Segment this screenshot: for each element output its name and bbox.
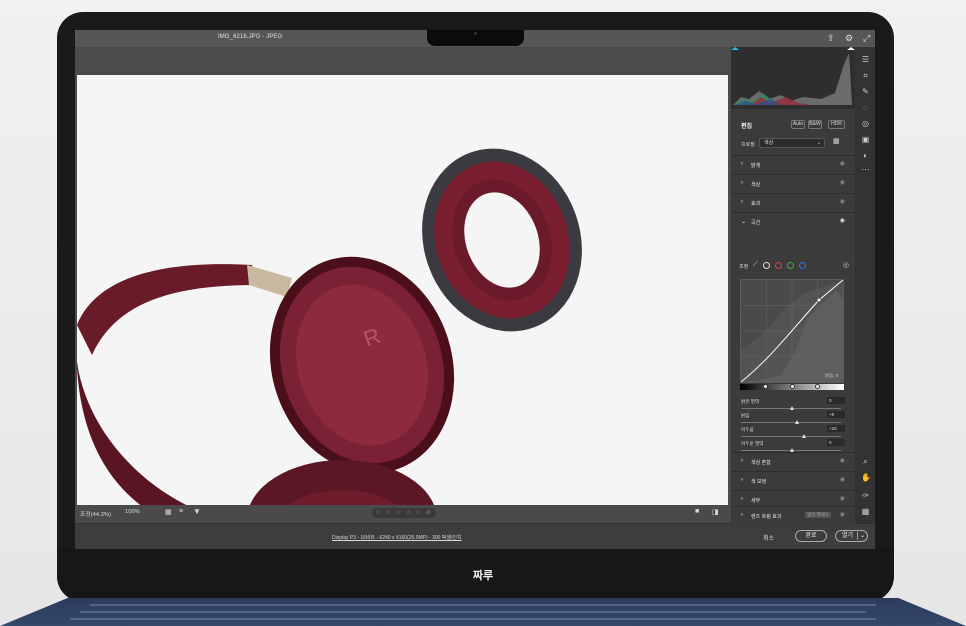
grid-icon[interactable]: ▦: [861, 507, 870, 516]
section-color[interactable]: › 색상 ◉: [731, 174, 855, 192]
chevron-down-icon[interactable]: ⌄: [860, 531, 865, 541]
hdr-button[interactable]: HDR: [828, 120, 845, 129]
sort-icon[interactable]: ≡: [179, 508, 183, 515]
app-window: IMG_6216.JPG - JPEG ⇪ ⚙ ⤢ R 조정(44.3%) 10…: [75, 30, 875, 549]
eye-icon[interactable]: ◉: [840, 457, 845, 464]
more-icon[interactable]: ⋯: [861, 165, 870, 174]
chevron-down-icon: ⌄: [816, 140, 821, 146]
presets-icon[interactable]: ▣: [861, 135, 870, 144]
curve-readout: 밝음: 0: [825, 372, 839, 379]
eye-icon[interactable]: ◉: [840, 217, 845, 224]
keyboard: [0, 598, 966, 626]
eye-icon[interactable]: ◉: [840, 511, 845, 518]
tone-split-handle-2[interactable]: [790, 384, 795, 389]
headphones-photo: R: [77, 75, 728, 510]
masking-icon[interactable]: ◐: [861, 151, 870, 160]
eye-icon[interactable]: ◉: [840, 198, 845, 205]
edit-sliders-icon[interactable]: ☰: [861, 55, 870, 64]
profile-label: 프로필: [741, 142, 755, 148]
panel-title: 편집: [741, 124, 753, 130]
section-lens-blur[interactable]: › 렌즈 흐림 효과 얼리 액세스 ◉: [731, 506, 855, 523]
tone-split-handle-3[interactable]: [815, 384, 820, 389]
curve-channel-row: 조정 ⟋ ◎: [739, 261, 849, 271]
tone-split-handle-1[interactable]: [763, 384, 768, 389]
image-canvas-area: R: [75, 47, 731, 510]
tone-curve-graph[interactable]: 밝음: 0: [740, 279, 844, 383]
heal-icon[interactable]: ◌: [861, 103, 870, 112]
profile-select[interactable]: 색상 ⌄: [759, 138, 825, 148]
hand-icon[interactable]: ✋: [861, 473, 871, 482]
section-effects[interactable]: › 효과 ◉: [731, 193, 855, 211]
cancel-button[interactable]: 취소: [763, 533, 774, 542]
filmstrip-icon[interactable]: ▦: [165, 508, 172, 516]
eyedropper-icon[interactable]: ✑: [861, 491, 870, 500]
point-curve-white[interactable]: [763, 262, 770, 269]
bw-button[interactable]: B&W: [808, 120, 822, 129]
stage: 짜루 IMG_6216.JPG - JPEG ⇪ ⚙ ⤢ R 조정(44.3%)…: [0, 0, 966, 626]
expand-icon[interactable]: ⤢: [863, 33, 870, 43]
profile-value: 색상: [764, 140, 774, 146]
eye-icon[interactable]: ◉: [840, 495, 845, 502]
auto-button[interactable]: Auto: [791, 120, 805, 129]
eye-icon[interactable]: ◉: [840, 160, 845, 167]
open-button-label: 열기: [842, 533, 854, 539]
fullscreen-icon[interactable]: ■: [695, 508, 699, 515]
target-adjust-icon[interactable]: ◎: [843, 261, 849, 269]
fit-zoom-label[interactable]: 조정(44.3%): [80, 509, 111, 518]
profile-browser-icon[interactable]: ▦: [833, 137, 840, 145]
camera-notch: [427, 30, 524, 46]
edit-panel: 편집 Auto B&W HDR 프로필 색상 ⌄ ▦ › 밝게 ◉ › 색상 ◉…: [731, 47, 855, 527]
rating-stars[interactable]: ☆ ☆ ☆ ☆ ☆ ⊘: [372, 508, 436, 518]
brand-label: 짜루: [472, 570, 494, 582]
gear-icon[interactable]: ⚙: [845, 33, 853, 43]
filter-icon[interactable]: ▼: [193, 507, 201, 516]
image-info-link[interactable]: Display P3 - 16비트 - 6240 x 4160(26.0MP) …: [332, 534, 462, 541]
crop-icon[interactable]: ⌗: [861, 71, 870, 80]
photo-preview[interactable]: R: [77, 75, 728, 510]
section-light[interactable]: › 밝게 ◉: [731, 155, 855, 173]
section-color-grading[interactable]: › 색 보정 ◉: [731, 471, 855, 489]
zoom-percent[interactable]: 100%: [125, 509, 140, 515]
point-curve-blue[interactable]: [799, 262, 806, 269]
adjust-label: 조정: [739, 264, 749, 270]
bottom-toolbar: 조정(44.3%) 100% ▦ ≡ ▼ ☆ ☆ ☆ ☆ ☆ ⊘ ■ ◨: [75, 505, 731, 522]
window-title: IMG_6216.JPG - JPEG: [218, 34, 283, 40]
early-access-badge: 얼리 액세스: [805, 512, 831, 518]
eye-icon[interactable]: ◉: [840, 476, 845, 483]
tool-strip: ☰ ⌗ ✎ ◌ ◎ ▣ ◐ ⋯ ⌕ ✋ ✑ ▦: [855, 47, 875, 523]
share-icon[interactable]: ⇪: [827, 33, 835, 43]
parametric-curve-icon[interactable]: ⟋: [753, 261, 758, 269]
done-button[interactable]: 완료: [795, 530, 827, 542]
redeye-icon[interactable]: ◎: [861, 119, 870, 128]
point-curve-red[interactable]: [775, 262, 782, 269]
zoom-icon[interactable]: ⌕: [861, 457, 870, 466]
point-curve-green[interactable]: [787, 262, 794, 269]
compare-icon[interactable]: ◨: [712, 508, 719, 516]
eye-icon[interactable]: ◉: [840, 179, 845, 186]
brush-icon[interactable]: ✎: [861, 87, 870, 96]
histogram: [731, 47, 855, 109]
section-color-mixer[interactable]: › 색상 혼합 ◉: [731, 452, 855, 470]
open-button[interactable]: 열기 ⌄: [835, 530, 868, 542]
